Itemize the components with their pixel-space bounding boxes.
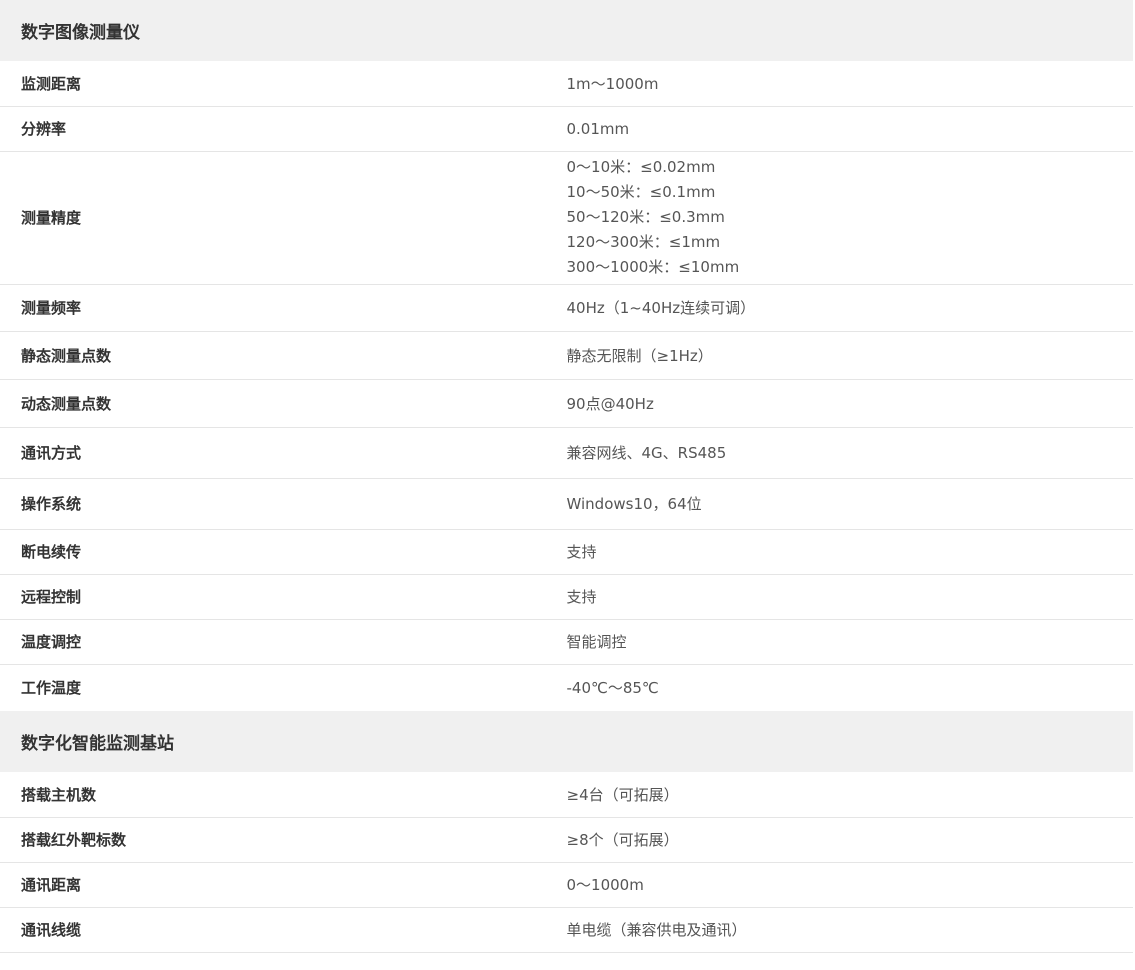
table-row: 通讯方式 兼容网线、4G、RS485 bbox=[0, 427, 1133, 479]
row-label: 温度调控 bbox=[0, 619, 567, 665]
row-value: -40℃～85℃ bbox=[566, 679, 659, 698]
row-label: 操作系统 bbox=[0, 478, 567, 530]
row-value: 90点@40Hz bbox=[566, 379, 1133, 428]
table-row: 搭载红外靶标数 ≥8个（可拓展） bbox=[0, 817, 1133, 863]
row-label: 分辨率 bbox=[0, 106, 567, 152]
table-row: 断电续传 支持 bbox=[0, 529, 1133, 575]
table-row: 分辨率 0.01mm bbox=[0, 106, 1133, 152]
table-row: 测量精度 0～10米：≤0.02mm 10～50米：≤0.1mm 50～120米… bbox=[0, 151, 1133, 285]
value-line: 0～10米：≤0.02mm bbox=[566, 158, 716, 176]
row-label: 监测距离 bbox=[0, 61, 567, 107]
table-row: 测量频率 40Hz（1~40Hz连续可调） bbox=[0, 284, 1133, 332]
row-value: 40Hz（1~40Hz连续可调） bbox=[566, 284, 1133, 332]
table-row: 动态测量点数 90点@40Hz bbox=[0, 379, 1133, 428]
value-line: 50～120米：≤0.3mm bbox=[566, 208, 725, 226]
row-value: ≥8个（可拓展） bbox=[566, 817, 1133, 863]
table-row: 静态测量点数 静态无限制（≥1Hz） bbox=[0, 331, 1133, 380]
value-line: 300～1000米：≤10mm bbox=[566, 258, 740, 276]
row-value: ≥4台（可拓展） bbox=[566, 772, 1133, 818]
row-label: 工作温度 bbox=[21, 679, 82, 698]
row-value: 智能调控 bbox=[566, 619, 1133, 665]
row-value: 支持 bbox=[566, 529, 1133, 575]
row-label: 动态测量点数 bbox=[0, 379, 567, 428]
row-value: 0～1000m bbox=[566, 862, 1133, 908]
row-value-multiline: 0～10米：≤0.02mm 10～50米：≤0.1mm 50～120米：≤0.3… bbox=[566, 151, 1133, 285]
section-header: 数字图像测量仪 bbox=[0, 0, 1133, 61]
row-label: 通讯距离 bbox=[0, 862, 567, 908]
row-label: 远程控制 bbox=[0, 574, 567, 620]
section-title: 数字图像测量仪 bbox=[0, 0, 1133, 61]
row-value: 1m～1000m bbox=[566, 61, 1133, 107]
row-value: 0.01mm bbox=[566, 106, 1133, 152]
row-value: 静态无限制（≥1Hz） bbox=[566, 331, 1133, 380]
table-row: 通讯线缆 单电缆（兼容供电及通讯） bbox=[0, 907, 1133, 953]
table-row: 远程控制 支持 bbox=[0, 574, 1133, 620]
row-value: 兼容网线、4G、RS485 bbox=[566, 427, 1133, 479]
spec-table: 数字图像测量仪 监测距离 1m～1000m 分辨率 0.01mm 测量精度 0～… bbox=[0, 0, 1133, 953]
row-label: 静态测量点数 bbox=[0, 331, 567, 380]
table-row: 监测距离 1m～1000m bbox=[0, 61, 1133, 107]
value-line: 120～300米：≤1mm bbox=[566, 233, 721, 251]
section-title: 数字化智能监测基站 bbox=[0, 711, 1133, 772]
value-line: 10～50米：≤0.1mm bbox=[566, 183, 716, 201]
row-value: 单电缆（兼容供电及通讯） bbox=[566, 907, 1133, 953]
row-label: 搭载主机数 bbox=[0, 772, 567, 818]
row-label: 通讯线缆 bbox=[0, 907, 567, 953]
table-row: 操作系统 Windows10，64位 bbox=[0, 478, 1133, 530]
table-row: 搭载主机数 ≥4台（可拓展） bbox=[0, 772, 1133, 818]
row-label: 通讯方式 bbox=[0, 427, 567, 479]
row-label: 搭载红外靶标数 bbox=[0, 817, 567, 863]
row-value: Windows10，64位 bbox=[566, 478, 1133, 530]
row-value: 支持 bbox=[566, 574, 1133, 620]
row-label: 测量频率 bbox=[0, 284, 567, 332]
table-row: 工作温度 -40℃～85℃ bbox=[0, 664, 1133, 711]
section-header: 数字化智能监测基站 bbox=[0, 711, 1133, 772]
table-row: 通讯距离 0～1000m bbox=[0, 862, 1133, 908]
row-label: 测量精度 bbox=[0, 151, 567, 285]
row-label: 断电续传 bbox=[0, 529, 567, 575]
table-row: 温度调控 智能调控 bbox=[0, 619, 1133, 665]
